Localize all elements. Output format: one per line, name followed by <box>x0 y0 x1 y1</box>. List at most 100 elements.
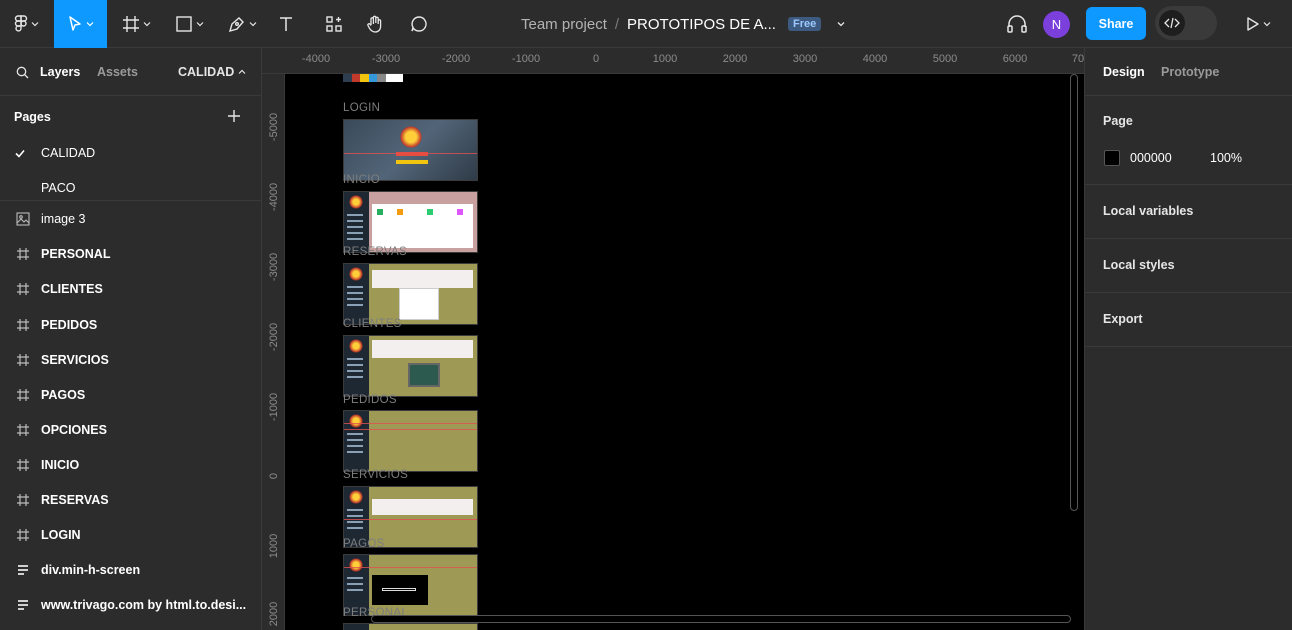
page-section-title: Page <box>1103 114 1133 128</box>
file-name[interactable]: PROTOTIPOS DE A... <box>627 16 776 33</box>
export-section[interactable]: Export <box>1085 293 1292 347</box>
local-styles-section[interactable]: Local styles <box>1085 239 1292 293</box>
layer-item[interactable]: OPCIONES <box>0 415 261 445</box>
canvas[interactable]: LOGIN INICIO RESERVAS CLIENTES PEDIDOS S… <box>285 74 1084 630</box>
horizontal-scrollbar[interactable] <box>371 615 1071 623</box>
frame-label-reservas[interactable]: RESERVAS <box>343 246 407 258</box>
audio-button[interactable] <box>1003 0 1031 48</box>
layer-item[interactable]: SERVICIOS <box>0 345 261 375</box>
text-tool-button[interactable] <box>272 0 300 48</box>
avatar[interactable]: N <box>1043 11 1070 38</box>
tab-prototype[interactable]: Prototype <box>1161 65 1219 79</box>
layer-item[interactable]: PEDIDOS <box>0 310 261 340</box>
menu-line <box>347 220 363 222</box>
ruler-tick-label: -4000 <box>268 182 280 212</box>
frame-label-login[interactable]: LOGIN <box>343 102 380 114</box>
layer-item[interactable]: PERSONAL <box>0 239 261 269</box>
image-icon <box>16 212 30 226</box>
layer-item[interactable]: CLIENTES <box>0 274 261 304</box>
ruler-tick-label: 0 <box>592 53 600 65</box>
search-icon[interactable] <box>16 66 29 79</box>
menu-line <box>347 292 363 294</box>
frame-label-inicio[interactable]: INICIO <box>343 174 380 186</box>
headphones-icon <box>1007 15 1027 33</box>
chevron-down-icon <box>86 22 94 27</box>
layer-label: OPCIONES <box>41 423 107 437</box>
menu-line <box>347 515 363 517</box>
dev-mode-toggle[interactable] <box>1155 6 1217 40</box>
ruler-vertical: -5000 -4000 -3000 -2000 -1000 0 1000 200… <box>262 74 285 630</box>
frame-inicio[interactable] <box>343 191 478 253</box>
export-label: Export <box>1103 312 1143 326</box>
layer-label: PEDIDOS <box>41 318 98 332</box>
page-item-label: PACO <box>41 181 76 195</box>
frame-label-pagos[interactable]: PAGOS <box>343 538 385 550</box>
background-hex-input[interactable]: 000000 <box>1130 151 1172 165</box>
background-opacity-input[interactable]: 100% <box>1210 151 1242 165</box>
chevron-down-icon[interactable] <box>836 19 846 29</box>
divider <box>0 200 261 201</box>
layer-item[interactable]: INICIO <box>0 450 261 480</box>
resources-tool-button[interactable] <box>318 0 350 48</box>
add-page-icon[interactable] <box>226 108 242 124</box>
menu-line <box>347 304 363 306</box>
layer-label: PERSONAL <box>41 247 111 261</box>
frame-content-card <box>372 340 473 358</box>
menu-line <box>347 451 363 453</box>
frame-personal[interactable] <box>343 623 478 630</box>
color-palette-strip[interactable] <box>343 74 404 82</box>
vertical-scrollbar[interactable] <box>1070 74 1078 511</box>
frame-tool-button[interactable] <box>113 0 159 48</box>
layer-item[interactable]: div.min-h-screen <box>0 555 261 585</box>
dashboard-tile <box>427 209 433 215</box>
text-layer-icon <box>18 600 28 610</box>
tab-assets[interactable]: Assets <box>97 65 138 79</box>
ruler-tick-label: -3000 <box>268 252 280 282</box>
shape-tool-button[interactable] <box>167 0 211 48</box>
layer-label: www.trivago.com by html.to.desi... <box>41 598 247 612</box>
team-name[interactable]: Team project <box>521 16 607 33</box>
frame-label-clientes[interactable]: CLIENTES <box>343 318 402 330</box>
local-variables-section[interactable]: Local variables <box>1085 185 1292 239</box>
layer-label: SERVICIOS <box>41 353 109 367</box>
comment-tool-button[interactable] <box>403 0 435 48</box>
frame-label-servicios[interactable]: SERVICIOS <box>343 469 408 481</box>
plan-badge[interactable]: Free <box>787 17 822 31</box>
page-switcher[interactable]: CALIDAD <box>178 65 246 79</box>
local-styles-label: Local styles <box>1103 258 1175 272</box>
frame-reservas[interactable] <box>343 263 478 325</box>
tab-layers[interactable]: Layers <box>40 65 80 79</box>
tab-design[interactable]: Design <box>1103 65 1145 79</box>
layer-item[interactable]: RESERVAS <box>0 485 261 515</box>
frame-icon <box>17 389 29 401</box>
pen-tool-button[interactable] <box>220 0 264 48</box>
layer-item[interactable]: image 3 <box>0 204 261 234</box>
page-item-calidad[interactable]: CALIDAD <box>0 138 261 168</box>
frame-clientes[interactable] <box>343 335 478 397</box>
layer-label: LOGIN <box>41 528 81 542</box>
frame-login[interactable] <box>343 119 478 181</box>
menu-line <box>347 376 363 378</box>
frame-pedidos[interactable] <box>343 410 478 472</box>
ruler-tick-label: 4000 <box>862 53 888 65</box>
ruler-tick-label: 5000 <box>932 53 958 65</box>
main-menu-button[interactable] <box>6 0 46 48</box>
frame-icon <box>17 529 29 541</box>
move-tool-button[interactable] <box>54 0 107 48</box>
menu-line <box>347 583 363 585</box>
hand-tool-button[interactable] <box>359 0 391 48</box>
page-item-paco[interactable]: PACO <box>0 173 261 203</box>
layer-item[interactable]: PAGOS <box>0 380 261 410</box>
layer-item[interactable]: LOGIN <box>0 520 261 550</box>
frame-icon <box>122 16 139 32</box>
present-button[interactable] <box>1236 0 1278 48</box>
guide-line <box>344 423 477 424</box>
menu-line <box>347 214 363 216</box>
layer-item[interactable]: www.trivago.com by html.to.desi... <box>0 590 261 620</box>
right-panel: Design Prototype Page 000000 100% Local … <box>1084 48 1292 630</box>
background-color-swatch[interactable] <box>1104 150 1120 166</box>
share-button[interactable]: Share <box>1086 7 1146 40</box>
frame-logo <box>349 414 363 428</box>
frame-logo <box>349 195 363 209</box>
frame-label-pedidos[interactable]: PEDIDOS <box>343 394 397 406</box>
